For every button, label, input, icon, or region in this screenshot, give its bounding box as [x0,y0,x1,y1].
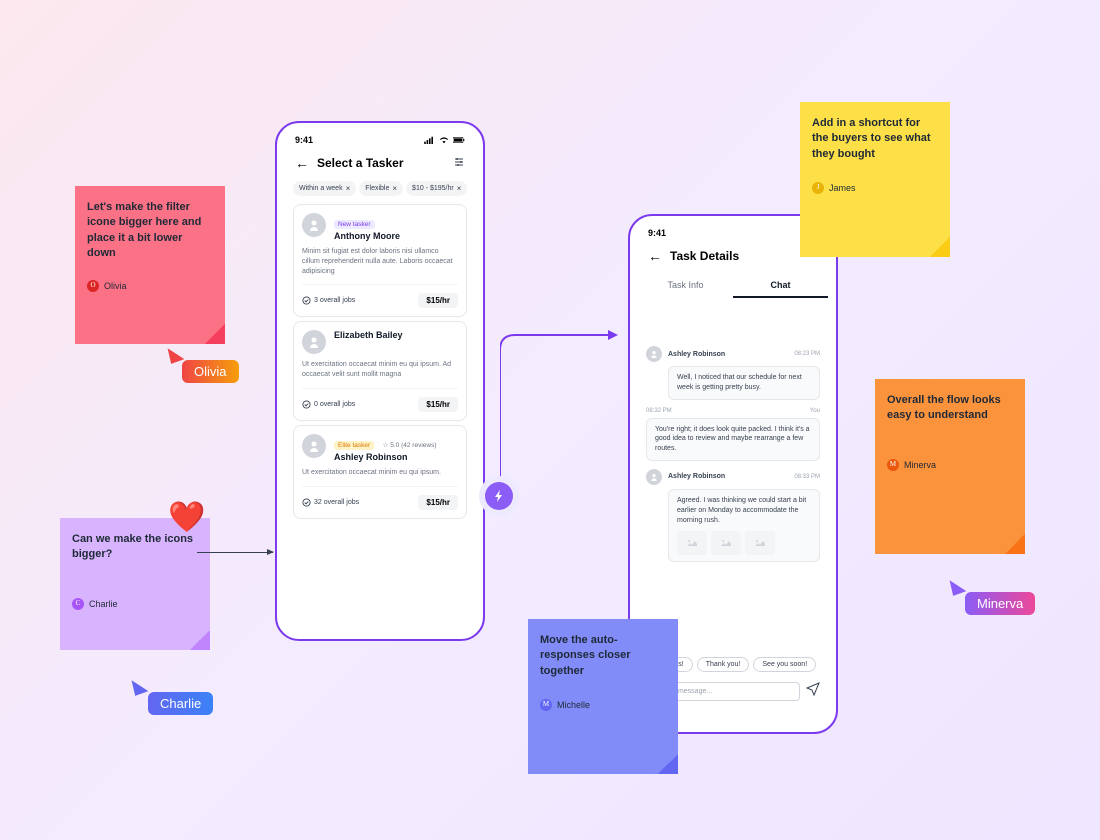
message-time: 08:33 PM [794,474,820,480]
sticky-note-yellow[interactable]: Add in a shortcut for the buyers to see … [800,102,950,257]
status-icons [423,136,465,144]
sticky-text: Let's make the filter icone bigger here … [87,200,213,262]
back-arrow-icon[interactable]: ← [295,155,309,171]
message-bubble: You're right; it does look quite packed.… [646,418,820,461]
tabs: Task Info Chat [638,274,828,298]
tasker-badge: Elite tasker [334,441,374,450]
sticky-note-purple[interactable]: Can we make the icons bigger? CCharlie [60,518,210,650]
signal-icon [423,136,435,144]
tasker-description: Ut exercitation occaecat minim eu qui ip… [302,360,458,380]
jobs-count: 32 overall jobs [302,498,359,507]
chip-close-icon[interactable]: × [346,184,351,193]
filter-settings-icon[interactable] [453,156,465,171]
price-badge: $15/hr [418,495,458,510]
page-fold-icon [1005,534,1025,554]
page-fold-icon [658,754,678,774]
message-sender: Ashley Robinson [668,351,725,358]
filter-chip[interactable]: $10 - $195/hr× [406,181,467,196]
price-badge: $15/hr [418,293,458,308]
avatar [646,346,662,362]
filter-chips: Within a week× Flexible× $10 - $195/hr× [285,177,475,200]
sticky-author: JJames [812,182,938,195]
sticky-text: Can we make the icons bigger? [72,532,198,580]
status-time: 9:41 [295,135,313,145]
cursor-tag-charlie: Charlie [148,692,213,715]
avatar [302,213,326,237]
status-time: 9:41 [648,228,666,238]
heart-icon: ❤️ [168,500,205,535]
message-sent: 08:32 PM You You're right; it does look … [646,408,820,461]
tab-chat[interactable]: Chat [733,274,828,298]
battery-icon [453,136,465,144]
sticky-note-pink[interactable]: Let's make the filter icone bigger here … [75,186,225,344]
cursor-tag-minerva: Minerva [965,592,1035,615]
connector-line [500,330,630,485]
chip-close-icon[interactable]: × [457,184,462,193]
attachments [677,531,811,555]
jobs-count: 3 overall jobs [302,296,355,305]
screen-header: ← Select a Tasker [285,149,475,177]
attachment-image-icon[interactable] [711,531,741,555]
page-fold-icon [930,237,950,257]
send-icon[interactable] [806,682,820,701]
sticky-text: Overall the flow looks easy to understan… [887,393,1013,441]
phone-select-tasker: 9:41 ← Select a Tasker Within a week× Fl… [275,121,485,641]
tasker-badge: New tasker [334,220,375,229]
message-time: 08:32 PM [646,408,672,414]
message-received: Ashley Robinson 08:23 PM Well, I noticed… [646,346,820,400]
tasker-description: Ut exercitation occaecat minim eu qui ip… [302,468,458,478]
message-sender-you: You [810,408,820,414]
attachment-image-icon[interactable] [745,531,775,555]
avatar [646,469,662,485]
tasker-name: Ashley Robinson [334,452,458,462]
status-bar: 9:41 [285,131,475,149]
message-time: 08:23 PM [794,351,820,357]
chip-close-icon[interactable]: × [392,184,397,193]
quick-reply-button[interactable]: See you soon! [753,657,816,672]
tasker-card[interactable]: New tasker Anthony Moore Minim sit fugia… [293,204,467,317]
chat-area: Ashley Robinson 08:23 PM Well, I noticed… [638,298,828,653]
bolt-icon [485,482,513,510]
sticky-author: OOlivia [87,280,213,293]
quick-reply-button[interactable]: Thank you! [697,657,750,672]
message-bubble: Well, I noticed that our schedule for ne… [668,366,820,400]
page-fold-icon [205,324,225,344]
cursor-arrow-icon [948,576,967,596]
tasker-card[interactable]: Elizabeth Bailey Ut exercitation occaeca… [293,321,467,421]
avatar [302,434,326,458]
filter-chip[interactable]: Flexible× [359,181,403,196]
avatar [302,330,326,354]
tasker-card[interactable]: Elite tasker ☆ 5.0 (42 reviews) Ashley R… [293,425,467,519]
sticky-text: Move the auto-responses closer together [540,633,666,681]
attachment-image-icon[interactable] [677,531,707,555]
back-arrow-icon[interactable]: ← [648,248,662,264]
tasker-rating: ☆ 5.0 (42 reviews) [383,442,437,449]
screen-title: Task Details [670,249,739,263]
sticky-note-blue[interactable]: Move the auto-responses closer together … [528,619,678,774]
sticky-author: CCharlie [72,598,198,611]
cursor-tag-olivia: Olivia [182,360,239,383]
connector-arrow [197,552,273,553]
message-received: Ashley Robinson 08:33 PM Agreed. I was t… [646,469,820,562]
tasker-description: Minim sit fugiat est dolor laboris nisi … [302,247,458,276]
tasker-name: Anthony Moore [334,231,458,241]
message-bubble: Agreed. I was thinking we could start a … [668,489,820,562]
cursor-arrow-icon [166,344,185,364]
price-badge: $15/hr [418,397,458,412]
screen-title: Select a Tasker [317,156,404,170]
sticky-author: MMinerva [887,459,1013,472]
filter-chip[interactable]: Within a week× [293,181,356,196]
sticky-text: Add in a shortcut for the buyers to see … [812,116,938,164]
sticky-author: MMichelle [540,699,666,712]
jobs-count: 0 overall jobs [302,400,355,409]
tab-task-info[interactable]: Task Info [638,274,733,298]
page-fold-icon [190,630,210,650]
sticky-note-orange[interactable]: Overall the flow looks easy to understan… [875,379,1025,554]
wifi-icon [438,136,450,144]
cursor-arrow-icon [130,676,149,696]
tasker-name: Elizabeth Bailey [334,330,458,340]
message-sender: Ashley Robinson [668,473,725,480]
